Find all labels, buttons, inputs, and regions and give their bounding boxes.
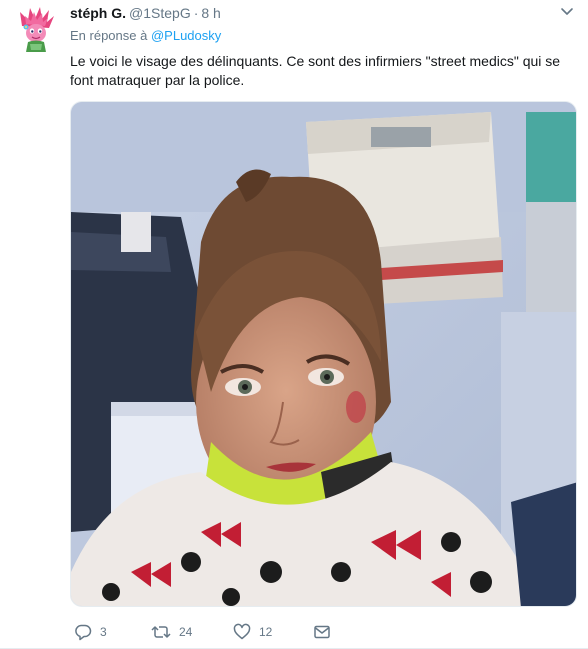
tweet: stéph G. @1StepG · 8 h En réponse à @PLudos… — [0, 0, 588, 649]
reply-mention-link[interactable]: @PLudosky — [151, 28, 221, 43]
retweet-count: 24 — [179, 625, 193, 639]
avatar[interactable] — [12, 6, 60, 54]
retweet-button[interactable]: 24 — [151, 622, 192, 642]
tweet-timestamp[interactable]: 8 h — [201, 5, 220, 21]
author-handle[interactable]: @1StepG — [129, 5, 191, 21]
envelope-icon — [314, 625, 330, 639]
heart-icon — [233, 623, 251, 640]
tweet-header: stéph G. @1StepG · 8 h — [70, 5, 221, 21]
reply-context: En réponse à @PLudosky — [70, 28, 221, 44]
like-button[interactable]: 12 — [233, 622, 272, 642]
reply-count: 3 — [100, 625, 107, 639]
tweet-photo[interactable] — [70, 101, 577, 607]
author-name[interactable]: stéph G. — [70, 5, 126, 21]
troll-doll-avatar-icon — [12, 6, 60, 54]
like-count: 12 — [259, 625, 273, 639]
tweet-actions: 3 24 12 — [70, 622, 370, 642]
retweet-icon — [151, 626, 171, 638]
reply-button[interactable]: 3 — [74, 622, 107, 642]
header-separator: · — [193, 5, 199, 21]
direct-message-button[interactable] — [313, 622, 331, 642]
reply-icon — [75, 624, 92, 641]
photo-image — [71, 102, 576, 606]
chevron-down-icon — [561, 8, 573, 15]
tweet-menu-button[interactable] — [558, 5, 576, 19]
tweet-text: Le voici le visage des délinquants. Ce s… — [70, 53, 561, 88]
reply-prefix: En réponse à — [70, 28, 148, 43]
